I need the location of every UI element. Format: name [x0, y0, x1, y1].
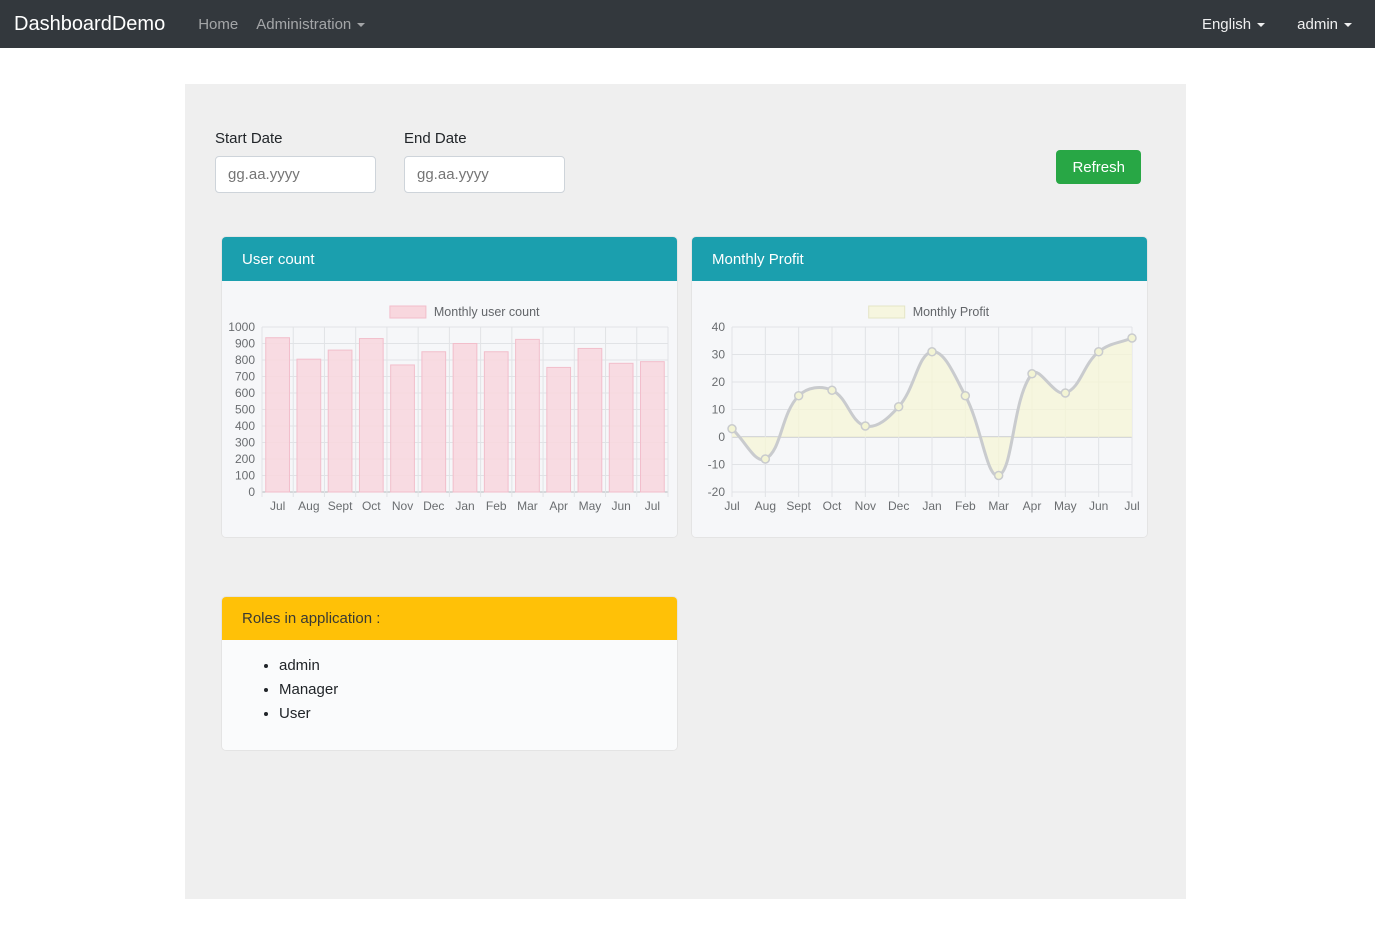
role-item: admin: [279, 657, 657, 674]
start-date-label: Start Date: [215, 130, 376, 147]
svg-text:40: 40: [712, 320, 726, 334]
user-count-panel-title: User count: [242, 251, 315, 268]
roles-list: admin Manager User: [242, 657, 657, 722]
svg-text:Oct: Oct: [362, 499, 381, 513]
language-dropdown[interactable]: English: [1193, 10, 1274, 39]
monthly-profit-panel-header: Monthly Profit: [692, 237, 1147, 281]
svg-text:Oct: Oct: [823, 499, 842, 513]
roles-panel-title: Roles in application :: [242, 610, 380, 627]
svg-text:Mar: Mar: [988, 499, 1009, 513]
svg-text:Mar: Mar: [517, 499, 538, 513]
user-count-panel: User count 0 100 200 300 400 500 600 700 800 900 1…: [222, 237, 677, 537]
charts-row: User count 01002003004005006007008009001…: [185, 237, 1186, 537]
start-date-input[interactable]: [215, 156, 376, 193]
svg-text:20: 20: [712, 375, 726, 389]
nav-home-label: Home: [198, 16, 238, 33]
brand-logo[interactable]: DashboardDemo: [14, 13, 165, 36]
monthly-profit-panel: Monthly Profit -20 -10 0 10 20 30 40 Jul Aug Sept…: [692, 237, 1147, 537]
nav-item-administration[interactable]: Administration: [247, 10, 374, 39]
svg-text:Aug: Aug: [755, 499, 776, 513]
svg-text:Dec: Dec: [888, 499, 909, 513]
svg-text:Monthly Profit: Monthly Profit: [913, 305, 990, 319]
svg-text:1000: 1000: [228, 320, 255, 334]
svg-text:Jul: Jul: [724, 499, 739, 513]
svg-text:100: 100: [235, 469, 255, 483]
svg-text:May: May: [1054, 499, 1077, 513]
roles-panel: Roles in application : admin Manager User: [222, 597, 677, 750]
chevron-down-icon: [357, 23, 365, 27]
svg-text:Nov: Nov: [855, 499, 876, 513]
svg-text:Jan: Jan: [455, 499, 474, 513]
nav-right: English admin: [1193, 10, 1361, 39]
svg-text:300: 300: [235, 436, 255, 450]
end-date-input[interactable]: [404, 156, 565, 193]
main-content: Start Date End Date Refresh User count 0…: [185, 84, 1186, 899]
svg-text:10: 10: [712, 403, 726, 417]
svg-text:0: 0: [718, 430, 725, 444]
svg-text:Jun: Jun: [611, 499, 630, 513]
svg-text:Jan: Jan: [922, 499, 941, 513]
svg-text:400: 400: [235, 419, 255, 433]
user-count-chart-body: 0 100 200 300 400 500 600 700 800 900 1000 Jul Aug Se…: [222, 281, 677, 537]
chevron-down-icon: [1257, 23, 1265, 27]
svg-text:Feb: Feb: [955, 499, 976, 513]
monthly-profit-panel-title: Monthly Profit: [712, 251, 804, 268]
svg-text:700: 700: [235, 370, 255, 384]
role-item: User: [279, 705, 657, 722]
refresh-button[interactable]: Refresh: [1056, 150, 1141, 184]
user-count-bar-chart: 0 100 200 300 400 500 600 700 800 900 1000 Jul Aug Se…: [222, 281, 675, 537]
svg-text:Jun: Jun: [1089, 499, 1108, 513]
svg-text:Dec: Dec: [423, 499, 444, 513]
svg-text:30: 30: [712, 348, 726, 362]
svg-text:900: 900: [235, 337, 255, 351]
svg-text:May: May: [579, 499, 602, 513]
start-date-group: Start Date: [215, 130, 376, 193]
svg-text:Aug: Aug: [298, 499, 319, 513]
svg-text:Sept: Sept: [328, 499, 353, 513]
svg-text:800: 800: [235, 353, 255, 367]
svg-text:0: 0: [248, 485, 255, 499]
nav-administration-label: Administration: [256, 16, 351, 33]
roles-row: Roles in application : admin Manager User: [185, 597, 1186, 750]
end-date-group: End Date: [404, 130, 565, 193]
svg-text:200: 200: [235, 452, 255, 466]
svg-text:-10: -10: [708, 458, 726, 472]
svg-text:500: 500: [235, 403, 255, 417]
role-item: Manager: [279, 681, 657, 698]
nav-item-home[interactable]: Home: [189, 10, 247, 39]
user-dropdown[interactable]: admin: [1288, 10, 1361, 39]
svg-text:600: 600: [235, 386, 255, 400]
roles-panel-header: Roles in application :: [222, 597, 677, 640]
svg-text:Jul: Jul: [270, 499, 285, 513]
svg-text:-20: -20: [708, 485, 726, 499]
language-label: English: [1202, 16, 1251, 33]
monthly-profit-line-chart: -20 -10 0 10 20 30 40 Jul Aug Sept Oct Nov Dec Jan Feb…: [692, 281, 1145, 537]
svg-text:Feb: Feb: [486, 499, 507, 513]
chevron-down-icon: [1344, 23, 1352, 27]
svg-text:Monthly user count: Monthly user count: [434, 305, 540, 319]
svg-text:Nov: Nov: [392, 499, 413, 513]
nav-left: Home Administration: [189, 10, 374, 39]
user-count-panel-header: User count: [222, 237, 677, 281]
username-label: admin: [1297, 16, 1338, 33]
svg-text:Jul: Jul: [1124, 499, 1139, 513]
end-date-label: End Date: [404, 130, 565, 147]
filters-row: Start Date End Date Refresh: [185, 130, 1186, 193]
monthly-profit-chart-body: -20 -10 0 10 20 30 40 Jul Aug Sept Oct Nov Dec Jan Feb…: [692, 281, 1147, 537]
top-navbar: DashboardDemo Home Administration Englis…: [0, 0, 1375, 48]
svg-text:Jul: Jul: [645, 499, 660, 513]
roles-panel-body: admin Manager User: [222, 640, 677, 750]
svg-text:Apr: Apr: [549, 499, 568, 513]
svg-text:Sept: Sept: [786, 499, 811, 513]
svg-text:Apr: Apr: [1023, 499, 1042, 513]
